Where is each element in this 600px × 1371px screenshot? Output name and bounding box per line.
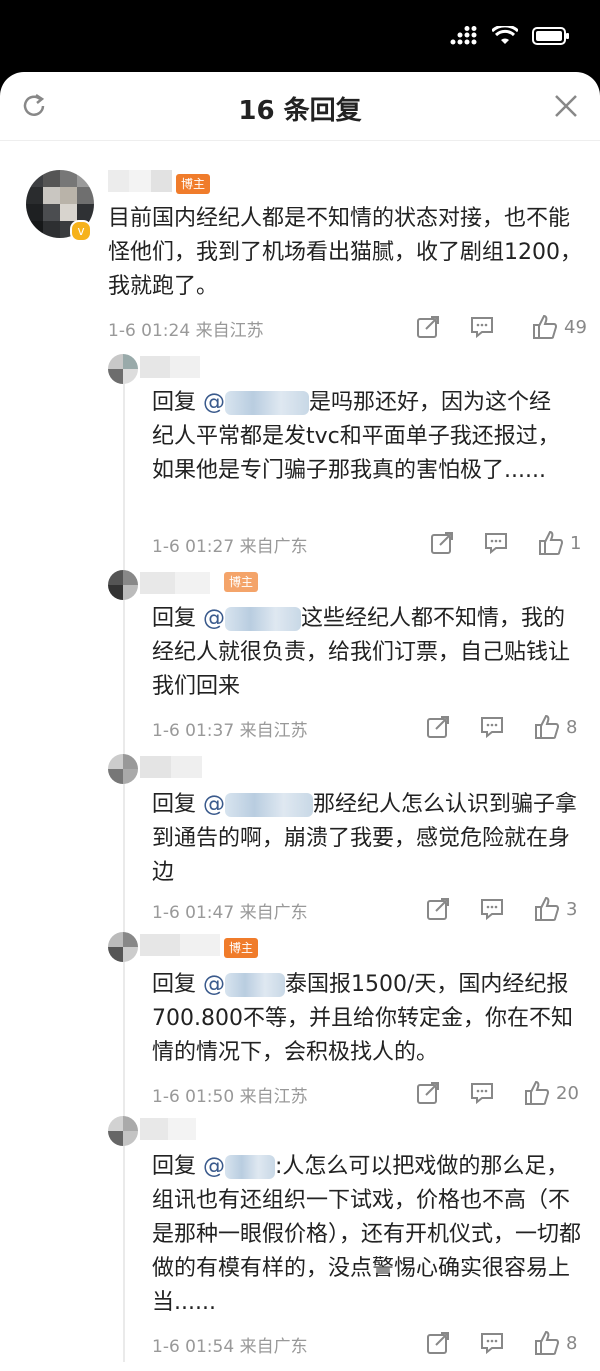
like-count: 8 (566, 716, 578, 738)
like-count: 3 (566, 898, 578, 920)
author-badge: 博主 (224, 572, 259, 592)
like-count: 49 (564, 316, 587, 338)
like-count: 1 (570, 532, 582, 554)
like-icon[interactable] (538, 530, 564, 556)
reply-text: 回复 @ 是吗那还好，因为这个经纪人平常都是发tvc和平面单子我还报过，如果他是专… (152, 390, 560, 483)
reply-actions: 3 (426, 896, 577, 922)
username-blurred[interactable] (140, 356, 200, 378)
reply-meta: 1-6 01:50 来自江苏 (152, 1087, 308, 1107)
avatar[interactable] (108, 754, 138, 784)
comment-text: 目前国内经纪人都是不知情的状态对接，也不能怪他们，我到了机场看出猫腻，收了剧组1… (108, 206, 582, 299)
reply-actions: 1 (430, 530, 581, 556)
username-blurred[interactable] (140, 756, 202, 778)
like-icon[interactable] (532, 314, 558, 340)
reply-text: 回复 @:人怎么可以把戏做的那么足，组讯也有还组织一下试戏，价格也不高（不是那种… (152, 1154, 582, 1315)
reply-actions: 8 (426, 1330, 577, 1356)
mention-blurred[interactable] (225, 607, 302, 631)
comment-meta: 1-6 01:24 来自江苏 (108, 321, 264, 341)
reply-meta: 1-6 01:27 来自广东 (152, 537, 308, 557)
like-icon[interactable] (534, 714, 560, 740)
mention-blurred[interactable] (225, 973, 286, 997)
share-icon[interactable] (426, 715, 450, 739)
reply-meta: 1-6 01:47 来自广东 (152, 903, 308, 923)
wifi-icon (492, 26, 518, 44)
username-blurred[interactable] (140, 1118, 196, 1140)
author-badge: 博主 (224, 938, 259, 958)
username-blurred[interactable] (140, 934, 220, 956)
share-icon[interactable] (430, 531, 454, 555)
reply-actions: 20 (416, 1080, 579, 1106)
reply-text: 回复 @ 那经纪人怎么认识到骗子拿到通告的啊，崩溃了我要，感觉危险就在身边 (152, 792, 578, 885)
cellular-signal-icon (450, 26, 477, 45)
username-blurred[interactable] (140, 572, 210, 594)
mention-blurred[interactable] (225, 1155, 276, 1179)
avatar[interactable] (108, 932, 138, 962)
avatar[interactable] (108, 1116, 138, 1146)
mention-blurred[interactable] (225, 793, 314, 817)
reply-actions: 8 (426, 714, 577, 740)
comment-actions: 49 (416, 314, 587, 340)
reply-meta: 1-6 01:54 来自广东 (152, 1337, 308, 1357)
replies-sheet: 16 条回复 v 博主 目前国内经纪人都是不知情的状态对接，也不能怪他们，我到了… (0, 72, 600, 1371)
verified-icon: v (70, 220, 92, 242)
mention-blurred[interactable] (225, 391, 310, 415)
close-icon[interactable] (554, 94, 578, 118)
username-blurred[interactable] (108, 170, 172, 192)
reply-meta: 1-6 01:37 来自江苏 (152, 721, 308, 741)
like-icon[interactable] (534, 896, 560, 922)
comment-icon[interactable] (470, 1081, 494, 1105)
comment-icon[interactable] (480, 1331, 504, 1355)
comment-icon[interactable] (480, 897, 504, 921)
avatar[interactable] (108, 570, 138, 600)
comment-icon[interactable] (484, 531, 508, 555)
battery-icon (532, 27, 569, 45)
sheet-header: 16 条回复 (0, 72, 600, 141)
share-icon[interactable] (416, 315, 440, 339)
author-badge: 博主 (176, 174, 211, 194)
reply-text: 回复 @ 泰国报1500/天，国内经纪报700.800不等，并且给你转定金，你在不… (152, 972, 573, 1065)
like-icon[interactable] (534, 1330, 560, 1356)
share-icon[interactable] (426, 1331, 450, 1355)
like-count: 8 (566, 1332, 578, 1354)
like-count: 20 (556, 1082, 579, 1104)
page-title: 16 条回复 (238, 96, 362, 126)
comment-icon[interactable] (470, 315, 494, 339)
status-bar (0, 0, 600, 72)
reply-text: 回复 @ 这些经纪人都不知情，我的经纪人就很负责，给我们订票，自己贴钱让我们回来 (152, 606, 571, 699)
thread-line (123, 382, 125, 1362)
avatar[interactable] (108, 354, 138, 384)
like-icon[interactable] (524, 1080, 550, 1106)
comment-icon[interactable] (480, 715, 504, 739)
share-icon[interactable] (416, 1081, 440, 1105)
share-icon[interactable] (426, 897, 450, 921)
